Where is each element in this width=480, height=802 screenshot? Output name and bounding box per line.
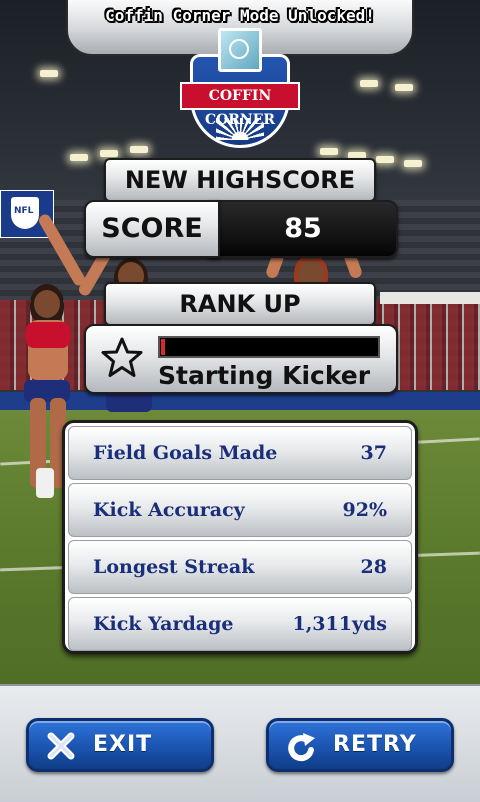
unlock-banner-text: Coffin Corner Mode Unlocked! <box>105 6 375 25</box>
retry-button-label: RETRY <box>333 732 417 757</box>
stadium-sign <box>380 292 480 304</box>
retry-button[interactable]: RETRY <box>266 718 454 772</box>
rank-progress-fill <box>161 339 165 355</box>
exit-button-label: EXIT <box>93 732 153 757</box>
rank-name: Starting Kicker <box>158 361 371 390</box>
score-value: 85 <box>284 213 322 244</box>
stat-label: Field Goals Made <box>93 442 278 464</box>
new-highscore-header: NEW HIGHSCORE <box>104 158 376 202</box>
stat-label: Kick Accuracy <box>93 499 245 521</box>
stat-row: Kick Yardage 1,311yds <box>68 597 412 651</box>
stat-row: Field Goals Made 37 <box>68 426 412 480</box>
stat-label: Longest Streak <box>93 556 255 578</box>
stat-value: 37 <box>360 442 387 464</box>
stat-value: 92% <box>342 499 388 521</box>
bottom-action-bar: EXIT RETRY <box>0 684 480 802</box>
score-label-plate: SCORE <box>84 200 220 258</box>
rank-up-title: RANK UP <box>179 290 301 318</box>
score-row: 85 SCORE <box>84 200 398 258</box>
new-highscore-title: NEW HIGHSCORE <box>124 166 356 194</box>
stat-label: Kick Yardage <box>93 613 234 635</box>
stats-panel: Field Goals Made 37 Kick Accuracy 92% Lo… <box>62 420 418 654</box>
stat-row: Kick Accuracy 92% <box>68 483 412 537</box>
score-label: SCORE <box>101 213 203 244</box>
rank-progress-bar <box>158 336 380 358</box>
coffin-corner-badge: COFFIN CORNER <box>180 24 300 148</box>
score-value-box: 85 <box>208 200 398 258</box>
stat-value: 28 <box>360 556 387 578</box>
stat-value: 1,311yds <box>292 613 387 635</box>
retry-icon <box>288 733 315 762</box>
exit-button[interactable]: EXIT <box>26 718 214 772</box>
rank-up-header: RANK UP <box>104 282 376 326</box>
close-icon <box>47 732 75 760</box>
stat-row: Longest Streak 28 <box>68 540 412 594</box>
badge-label: COFFIN CORNER <box>180 82 300 128</box>
star-icon <box>101 337 143 377</box>
field-goal-cube-icon <box>218 28 262 72</box>
rank-box: Starting Kicker <box>84 324 398 394</box>
badge-sunburst-icon <box>216 118 264 140</box>
